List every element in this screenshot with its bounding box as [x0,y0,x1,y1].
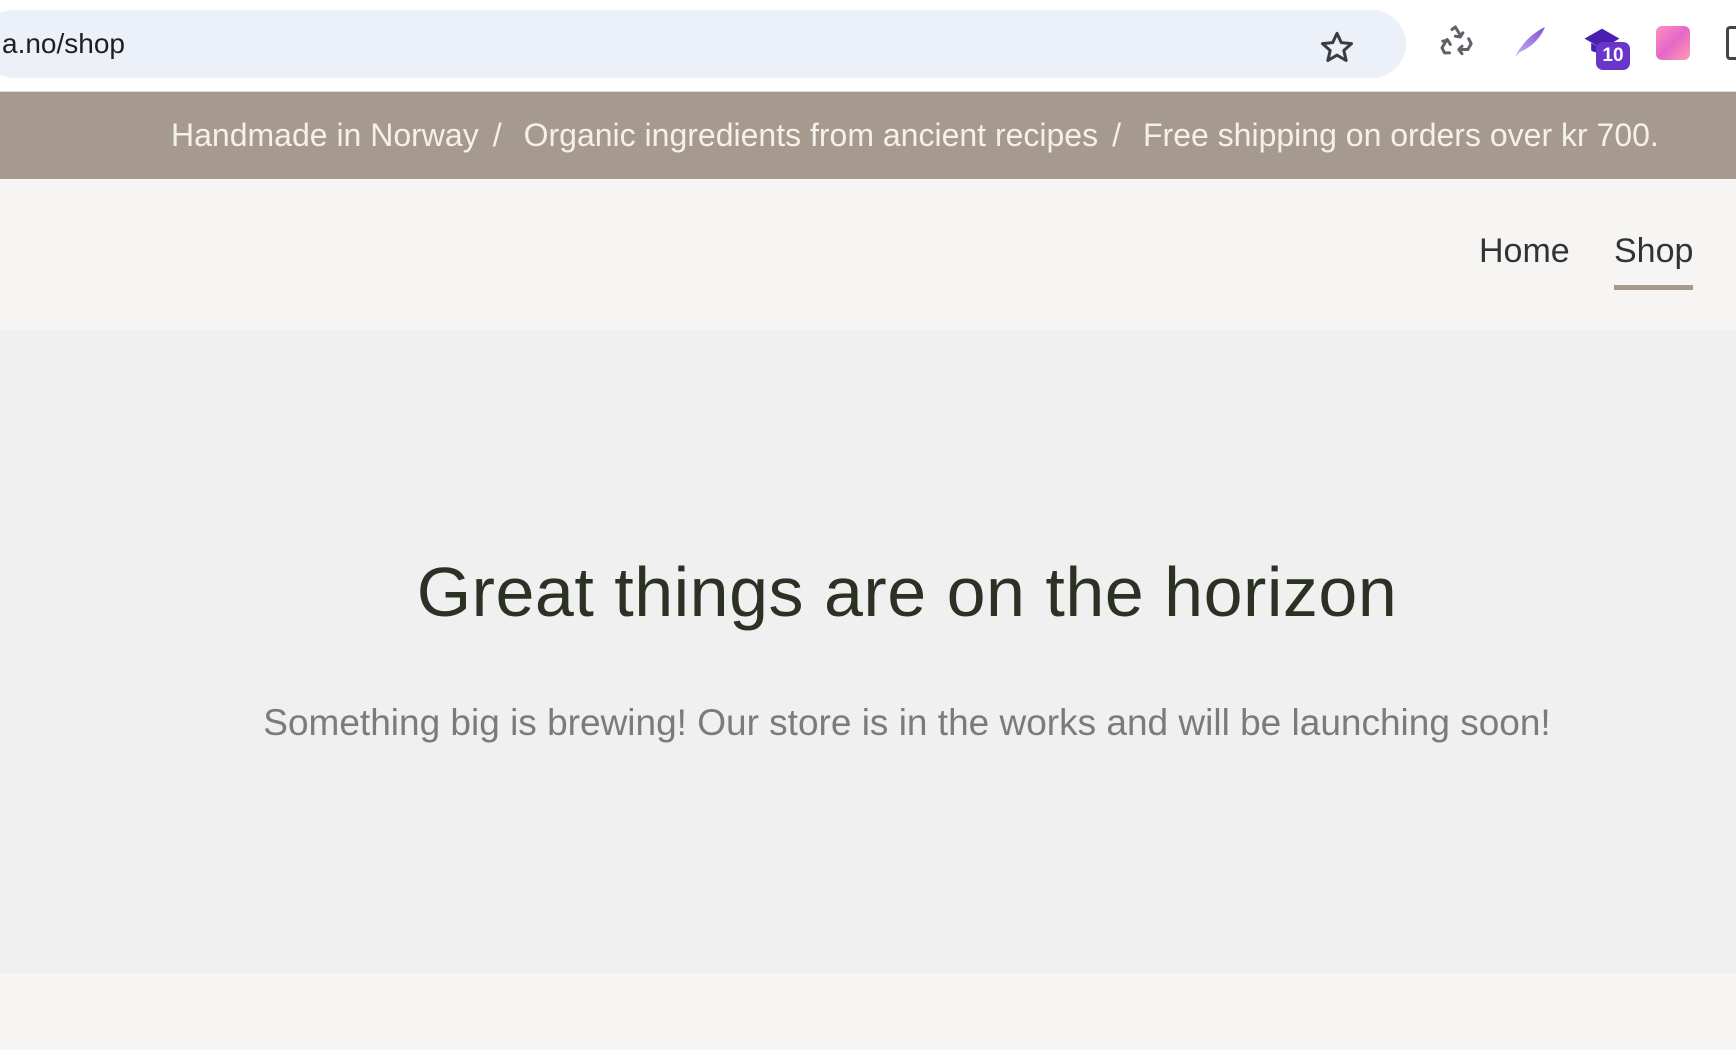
announcement-item: Free shipping on orders over kr 700. [1142,117,1659,153]
announcement-bar: Handmade in Norway / Organic ingredients… [0,92,1736,179]
site-header: Home Shop [0,179,1736,330]
announcement-item: Handmade in Norway [171,117,479,153]
announcement-item: Organic ingredients from ancient recipes [523,117,1099,153]
nav-shop-link[interactable]: Shop [1614,232,1694,290]
pink-gradient-icon[interactable] [1656,26,1690,60]
nav-home-link[interactable]: Home [1479,232,1570,271]
quill-icon[interactable] [1510,22,1550,62]
announcement-separator: / [492,117,502,153]
address-bar[interactable]: a.no/shop [0,10,1406,78]
browser-toolbar: a.no/shop 10 [0,0,1736,92]
coming-soon-section: Great things are on the horizon Somethin… [0,330,1736,973]
partial-extension-icon[interactable] [1726,26,1736,60]
announcement-separator: / [1112,117,1121,153]
extension-badge: 10 [1596,42,1630,70]
page-bottom [0,973,1736,1050]
page-subheadline: Something big is brewing! Our store is i… [263,702,1551,743]
recycle-icon[interactable] [1437,22,1477,62]
url-text[interactable]: a.no/shop [2,10,125,78]
page-headline: Great things are on the horizon [416,553,1398,631]
star-icon[interactable] [1317,28,1357,68]
